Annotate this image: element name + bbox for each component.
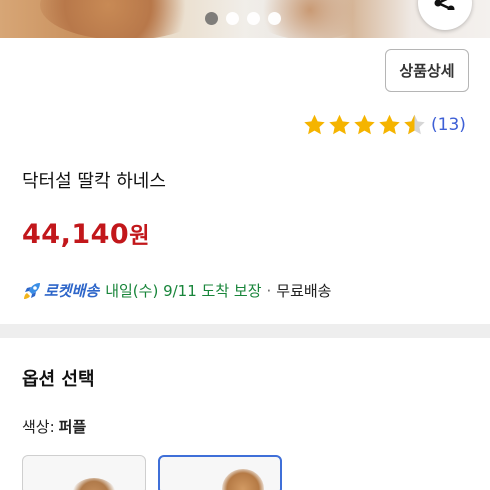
gallery-pagination	[205, 12, 281, 25]
star-full-icon	[304, 114, 325, 135]
color-label: 색상:	[22, 418, 55, 436]
rocket-delivery-badge: 로켓배송	[44, 282, 100, 300]
product-price: 44,140원	[22, 218, 150, 250]
product-title: 닥터설 딸칵 하네스	[22, 171, 166, 192]
free-shipping-label: 무료배송	[276, 282, 332, 300]
share-icon	[434, 0, 455, 10]
delivery-eta: 내일(수) 9/11 도착 보장	[105, 282, 262, 300]
option-photo-dog	[222, 469, 264, 490]
color-option-thumbnail-2-selected[interactable]	[158, 455, 282, 490]
gallery-dot-1[interactable]	[205, 12, 218, 25]
star-full-icon	[329, 114, 350, 135]
price-currency: 원	[129, 224, 150, 249]
delivery-info: 로켓배송 내일(수) 9/11 도착 보장 · 무료배송	[22, 280, 331, 301]
color-selection-label: 색상: 퍼플	[22, 416, 86, 437]
product-detail-button[interactable]: 상품상세	[385, 49, 469, 92]
gallery-dot-4[interactable]	[268, 12, 281, 25]
product-image-gallery[interactable]	[0, 0, 490, 38]
rocket-icon	[24, 282, 40, 299]
delivery-separator: ·	[266, 281, 272, 300]
rating-summary[interactable]: (13)	[302, 113, 466, 137]
color-value: 퍼플	[58, 418, 87, 436]
color-option-thumbnail-1[interactable]	[22, 455, 146, 490]
product-photo-dog	[40, 0, 210, 38]
review-count-link[interactable]: (13)	[431, 115, 466, 135]
star-full-icon	[354, 114, 375, 135]
star-half-icon	[404, 114, 425, 135]
gallery-dot-2[interactable]	[226, 12, 239, 25]
section-divider	[0, 324, 490, 338]
option-photo-dog	[71, 478, 117, 490]
star-full-icon	[379, 114, 400, 135]
gallery-dot-3[interactable]	[247, 12, 260, 25]
option-section-title: 옵션 선택	[22, 369, 95, 390]
price-amount: 44,140	[22, 219, 130, 250]
